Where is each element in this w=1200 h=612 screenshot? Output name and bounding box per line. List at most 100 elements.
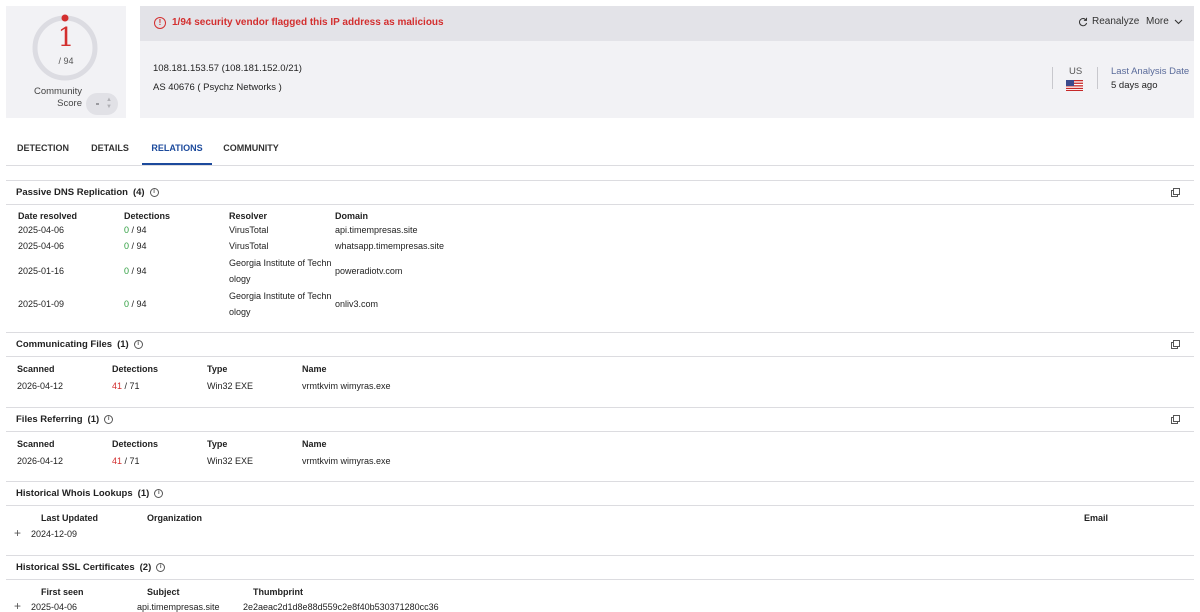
domain-link[interactable]: poweradiotv.com <box>335 266 402 276</box>
detection-score-widget: 1 / 94 Community Score ▲ ▼ <box>6 6 126 118</box>
country-code: US <box>1069 66 1083 77</box>
detection-positives: 0 <box>124 241 130 251</box>
reanalyze-label: Reanalyze <box>1092 16 1140 27</box>
info-icon[interactable]: i <box>133 340 143 349</box>
detection-total: / 94 <box>131 241 147 251</box>
column-header: First seen <box>41 587 84 597</box>
file-name-link[interactable]: vrmtkvim wimyras.exe <box>302 381 391 391</box>
copy-icon[interactable] <box>1171 340 1180 349</box>
first-seen-date: 2025-04-06 <box>31 602 78 612</box>
domain-link[interactable]: onliv3.com <box>335 299 378 309</box>
copy-icon[interactable] <box>1171 188 1180 197</box>
us-flag-icon <box>1066 80 1083 91</box>
copy-icon[interactable] <box>1171 415 1180 424</box>
detection-positives: 0 <box>124 225 130 235</box>
ip-address: 108.181.153.57 (108.181.152.0/21) <box>153 63 302 74</box>
community-score-value-icon <box>96 103 99 105</box>
whois-section: Historical Whois Lookups (1) i Last Upda… <box>6 481 1194 555</box>
section-title: Communicating Files (1) i <box>16 339 143 350</box>
reanalyze-button[interactable]: Reanalyze <box>1078 16 1139 27</box>
section-header: Passive DNS Replication (4) i <box>6 181 1194 205</box>
certificate-subject: api.timempresas.site <box>137 602 220 612</box>
column-header: Detections <box>112 439 159 449</box>
community-score-voter[interactable]: ▲ ▼ <box>86 93 118 115</box>
info-icon[interactable]: i <box>156 563 166 572</box>
tab-relations[interactable]: RELATIONS <box>142 134 212 165</box>
file-name-link[interactable]: vrmtkvim wimyras.exe <box>302 456 391 466</box>
detection-ratio: 0 / 94 <box>124 266 147 276</box>
communicating-files-section: Communicating Files (1) i Scanned Detect… <box>6 332 1194 406</box>
file-type: Win32 EXE <box>207 381 254 391</box>
detection-positives: 0 <box>124 299 130 309</box>
resolution-date: 2025-04-06 <box>18 241 65 251</box>
column-header: Last Updated <box>41 513 99 523</box>
column-header: Name <box>302 439 327 449</box>
section-title: Historical SSL Certificates (2) i <box>16 562 166 573</box>
section-title: Files Referring (1) i <box>16 414 114 425</box>
domain-link[interactable]: api.timempresas.site <box>335 225 418 235</box>
ip-header: ! 1/94 security vendor flagged this IP a… <box>140 6 1194 118</box>
score-detected: 1 <box>57 23 75 53</box>
column-header: Date resolved <box>18 211 78 221</box>
column-header: Organization <box>147 513 203 523</box>
section-header: Historical Whois Lookups (1) i <box>6 482 1194 506</box>
vote-down-icon[interactable]: ▼ <box>106 104 112 110</box>
section-count: (2) <box>139 562 152 573</box>
column-header: Subject <box>147 587 180 597</box>
passive-dns-section: Passive DNS Replication (4) i Date resol… <box>6 180 1194 332</box>
expand-plus-icon[interactable]: + <box>14 527 21 539</box>
community-score-label: Community Score <box>33 86 82 109</box>
detection-ratio: 41 / 71 <box>112 456 140 466</box>
detection-ratio: 0 / 94 <box>124 225 147 235</box>
score-total: / 94 <box>58 56 74 66</box>
resolver: Georgia Institute of Technology <box>229 291 332 317</box>
resolution-date: 2025-01-16 <box>18 266 65 276</box>
section-header: Historical SSL Certificates (2) i <box>6 556 1194 580</box>
autonomous-system: AS 40676 ( Psychz Networks ) <box>153 82 282 93</box>
section-count: (1) <box>87 414 100 425</box>
section-title-text: Passive DNS Replication <box>16 187 128 198</box>
detection-ratio: 0 / 94 <box>124 299 147 309</box>
alert-icon: ! <box>154 17 166 29</box>
vote-up-icon[interactable]: ▲ <box>106 97 112 103</box>
scan-date: 2026-04-12 <box>17 456 64 466</box>
column-header: Scanned <box>17 364 55 374</box>
detection-total: / 71 <box>124 456 140 466</box>
detection-positives: 41 <box>112 381 123 391</box>
column-header: Detections <box>112 364 159 374</box>
column-header: Thumbprint <box>253 587 303 597</box>
whois-date: 2024-12-09 <box>31 529 78 539</box>
tab-details[interactable]: DETAILS <box>86 134 134 165</box>
detection-total: / 94 <box>131 266 147 276</box>
refresh-icon <box>1079 17 1088 26</box>
section-title-text: Communicating Files <box>16 339 113 350</box>
last-analysis-label: Last Analysis Date <box>1111 66 1190 77</box>
chevron-down-icon <box>1174 19 1183 24</box>
section-header: Files Referring (1) i <box>6 408 1194 432</box>
column-header: Scanned <box>17 439 55 449</box>
info-icon[interactable]: i <box>149 188 159 197</box>
section-count: (4) <box>132 187 145 198</box>
alert-text: 1/94 security vendor flagged this IP add… <box>172 17 444 28</box>
detection-ratio: 0 / 94 <box>124 241 147 251</box>
alert-banner: ! 1/94 security vendor flagged this IP a… <box>140 6 1194 41</box>
info-icon[interactable]: i <box>104 415 114 424</box>
info-icon[interactable]: i <box>154 489 164 498</box>
section-count: (1) <box>117 339 129 350</box>
more-label: More <box>1146 16 1169 27</box>
detection-total: / 94 <box>131 299 147 309</box>
tab-community[interactable]: COMMUNITY <box>220 134 282 165</box>
certificate-thumbprint[interactable]: 2e2aeac2d1d8e88d559c2e8f40b530371280cc36 <box>243 602 439 612</box>
last-analysis-value: 5 days ago <box>1111 80 1158 91</box>
detection-ratio: 41 / 71 <box>112 381 140 391</box>
divider <box>1097 67 1098 89</box>
tab-detection[interactable]: DETECTION <box>12 134 74 165</box>
domain-link[interactable]: whatsapp.timempresas.site <box>335 241 444 251</box>
files-referring-section: Files Referring (1) i Scanned Detections… <box>6 407 1194 481</box>
file-type: Win32 EXE <box>207 456 254 466</box>
column-header: Domain <box>335 211 369 221</box>
more-menu-button[interactable]: More <box>1146 16 1183 27</box>
resolver: Georgia Institute of Technology <box>229 258 332 284</box>
expand-plus-icon[interactable]: + <box>14 600 21 612</box>
column-header: Type <box>207 439 228 449</box>
